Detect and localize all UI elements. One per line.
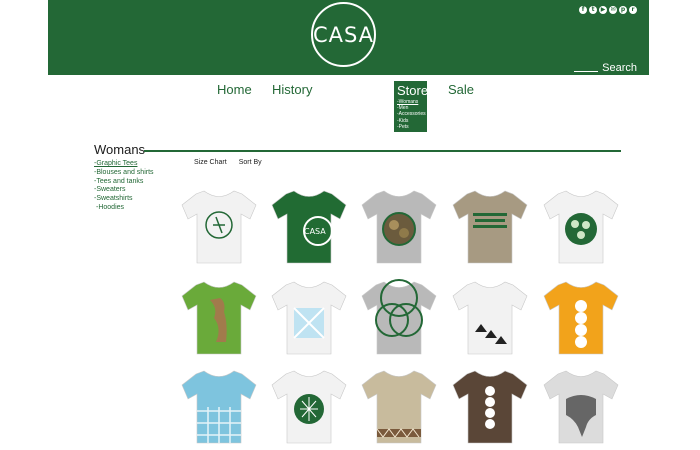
tshirt-graphic bbox=[543, 190, 619, 264]
nav-sale[interactable]: Sale bbox=[448, 82, 474, 97]
tshirt-graphic bbox=[181, 281, 257, 355]
search-area: Search bbox=[574, 62, 637, 74]
submenu-accessories[interactable]: -Accessories bbox=[397, 111, 427, 117]
product-brown-tee-owl-stack[interactable] bbox=[451, 367, 529, 447]
nav-store[interactable]: Store bbox=[397, 83, 428, 99]
product-green-tee-casa-logo[interactable]: CASA bbox=[270, 187, 348, 267]
category-list: -Graphic Tees -Blouses and shirts -Tees … bbox=[94, 160, 154, 213]
product-blue-tee-tile-pattern[interactable] bbox=[180, 367, 258, 447]
tshirt-graphic bbox=[452, 190, 528, 264]
twitter-icon[interactable]: t bbox=[589, 6, 597, 14]
tshirt-graphic bbox=[181, 190, 257, 264]
youtube-icon[interactable]: ▶ bbox=[599, 6, 607, 14]
product-grey-tee-photo-circle[interactable] bbox=[360, 187, 438, 267]
category-blouses-shirts[interactable]: -Blouses and shirts bbox=[94, 169, 154, 178]
category-sweaters[interactable]: -Sweaters bbox=[94, 186, 154, 195]
product-orange-tee-panda-stack[interactable] bbox=[542, 278, 620, 358]
main-nav: Home History Sale bbox=[0, 82, 700, 102]
casa-logo[interactable]: CASA bbox=[311, 2, 376, 67]
tshirt-graphic bbox=[271, 281, 347, 355]
site-header: CASA f t ▶ ✉ p r Search bbox=[48, 0, 649, 75]
product-white-tee-green-circle-emblem[interactable] bbox=[180, 187, 258, 267]
product-white-tee-turtle-shell[interactable] bbox=[270, 367, 348, 447]
pinterest-icon[interactable]: p bbox=[619, 6, 627, 14]
tshirt-graphic bbox=[181, 370, 257, 444]
size-chart-link[interactable]: Size Chart bbox=[194, 159, 227, 166]
email-icon[interactable]: ✉ bbox=[609, 6, 617, 14]
nav-home[interactable]: Home bbox=[217, 82, 252, 97]
search-label[interactable]: Search bbox=[602, 62, 637, 74]
product-grey-tee-green-rings[interactable] bbox=[360, 278, 438, 358]
tshirt-graphic bbox=[361, 279, 437, 355]
tshirt-graphic bbox=[543, 281, 619, 355]
product-khaki-tee-green-text[interactable] bbox=[451, 187, 529, 267]
product-white-tee-blue-squares[interactable] bbox=[270, 278, 348, 358]
category-tees-tanks[interactable]: -Tees and tanks bbox=[94, 178, 154, 187]
submenu-pets[interactable]: -Pets bbox=[397, 124, 427, 130]
facebook-icon[interactable]: f bbox=[579, 6, 587, 14]
product-green-tee-tiger-print[interactable] bbox=[180, 278, 258, 358]
tshirt-graphic bbox=[452, 281, 528, 355]
sort-by-link[interactable]: Sort By bbox=[239, 159, 262, 166]
category-graphic-tees[interactable]: -Graphic Tees bbox=[94, 160, 154, 169]
store-submenu: -Womans -Men -Accessories -Kids -Pets bbox=[397, 99, 427, 130]
section-divider bbox=[144, 150, 621, 152]
section-title: Womans bbox=[94, 142, 146, 157]
product-white-tee-elephant[interactable] bbox=[542, 367, 620, 447]
category-hoodies[interactable]: -Hoodies bbox=[94, 204, 154, 213]
product-white-tee-green-pattern-circle[interactable] bbox=[542, 187, 620, 267]
product-toolbar: Size Chart Sort By bbox=[194, 159, 262, 166]
search-input[interactable] bbox=[574, 71, 599, 72]
tshirt-graphic bbox=[361, 370, 437, 444]
nav-history[interactable]: History bbox=[272, 82, 312, 97]
tshirt-graphic bbox=[452, 370, 528, 444]
svg-text:CASA: CASA bbox=[304, 227, 326, 236]
tshirt-graphic bbox=[543, 370, 619, 444]
tshirt-graphic bbox=[271, 370, 347, 444]
product-white-tee-triangle-pattern[interactable] bbox=[451, 278, 529, 358]
product-beige-tee-aztec-band[interactable] bbox=[360, 367, 438, 447]
social-icons: f t ▶ ✉ p r bbox=[579, 6, 637, 14]
category-sweatshirts[interactable]: -Sweatshirts bbox=[94, 195, 154, 204]
tshirt-graphic bbox=[361, 190, 437, 264]
nav-store-menu[interactable]: Store -Womans -Men -Accessories -Kids -P… bbox=[394, 81, 428, 133]
rss-icon[interactable]: r bbox=[629, 6, 637, 14]
tshirt-graphic: CASA bbox=[271, 190, 347, 264]
